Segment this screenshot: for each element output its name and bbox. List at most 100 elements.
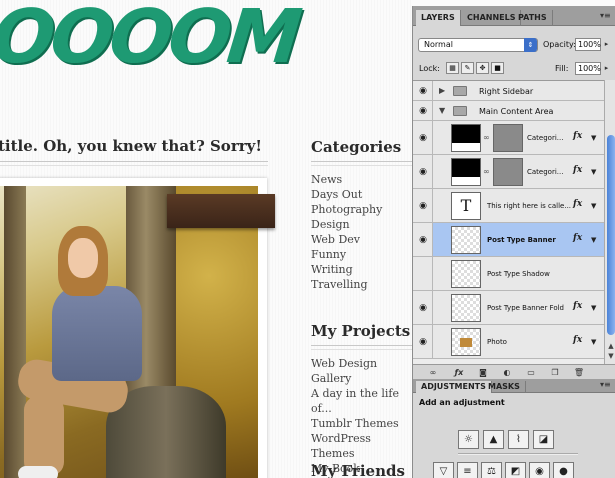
black-white-icon[interactable]: ◩ — [505, 462, 526, 478]
hue-saturation-icon[interactable]: ≡ — [457, 462, 478, 478]
category-link[interactable]: Writing — [311, 262, 382, 277]
layer-categories-shape-1[interactable]: ◉ ∞ Categori... fx ▼ — [413, 121, 604, 155]
project-link[interactable]: A day in the life of... — [311, 386, 412, 416]
category-link[interactable]: Design — [311, 217, 382, 232]
layer-post-type-banner-fold[interactable]: ◉ Post Type Banner Fold fx ▼ — [413, 291, 604, 325]
opacity-arrow-icon[interactable]: ▸ — [602, 38, 611, 51]
channel-mixer-icon[interactable]: ● — [553, 462, 574, 478]
tab-paths[interactable]: PATHS — [513, 10, 553, 26]
fx-icon[interactable]: fx — [573, 199, 582, 209]
document-canvas[interactable]: OOOOM title. Oh, you knew that? Sorry! C… — [0, 0, 412, 478]
lock-transparency-icon[interactable]: ▦ — [446, 62, 459, 74]
tab-layers[interactable]: LAYERS — [416, 10, 461, 26]
exposure-icon[interactable]: ◪ — [533, 430, 554, 449]
categories-heading: Categories — [311, 138, 402, 156]
adjustment-layer-icon[interactable]: ◐ — [501, 367, 513, 378]
project-link[interactable]: Tumblr Themes — [311, 416, 412, 431]
category-link[interactable]: News — [311, 172, 382, 187]
layers-scrollbar[interactable]: ▲ ▼ — [604, 80, 615, 364]
lock-position-icon[interactable]: ✥ — [476, 62, 489, 74]
category-link[interactable]: Funny — [311, 247, 382, 262]
visibility-eye-icon[interactable]: ◉ — [416, 166, 430, 178]
lock-label: Lock: — [419, 64, 440, 73]
fx-toggle-icon[interactable]: ▼ — [591, 168, 596, 176]
folder-icon — [453, 86, 467, 96]
expanded-triangle-icon[interactable]: ▼ — [439, 106, 445, 115]
layer-thumbnail — [451, 226, 481, 254]
visibility-eye-icon[interactable]: ◉ — [416, 132, 430, 144]
vibrance-icon[interactable]: ▽ — [433, 462, 454, 478]
layer-thumbnail — [451, 328, 481, 356]
project-link[interactable]: WordPress Themes — [311, 431, 412, 461]
curves-icon[interactable]: ⌇ — [508, 430, 529, 449]
layers-list: ◉ ▶ Right Sidebar ◉ ▼ Main Content Area … — [413, 80, 604, 364]
lock-all-icon[interactable]: ■ — [491, 62, 504, 74]
fx-icon[interactable]: fx — [573, 131, 582, 141]
category-link[interactable]: Days Out — [311, 187, 382, 202]
link-chain-icon: ∞ — [483, 167, 490, 176]
layer-name: Post Type Banner Fold — [487, 304, 564, 312]
tab-adjustments[interactable]: ADJUSTMENTS — [416, 381, 492, 393]
fill-arrow-icon[interactable]: ▸ — [602, 62, 611, 75]
opacity-input[interactable]: 100% — [575, 38, 601, 51]
visibility-eye-icon[interactable]: ◉ — [416, 302, 430, 314]
fill-input[interactable]: 100% — [575, 62, 601, 75]
project-link[interactable]: Web Design Gallery — [311, 356, 412, 386]
categories-divider — [311, 161, 412, 162]
category-link[interactable]: Web Dev — [311, 232, 382, 247]
visibility-eye-icon[interactable]: ◉ — [416, 336, 430, 348]
fx-icon[interactable]: fx — [573, 165, 582, 175]
fx-toggle-icon[interactable]: ▼ — [591, 134, 596, 142]
adjustments-menu-icon[interactable]: ▾≡ — [600, 381, 612, 390]
fx-icon[interactable]: fx — [573, 335, 582, 345]
blend-mode-value: Normal — [424, 40, 453, 49]
lock-image-icon[interactable]: ✎ — [461, 62, 474, 74]
fx-icon[interactable]: fx — [573, 233, 582, 243]
panel-menu-icon[interactable]: ▾≡ — [600, 12, 612, 21]
add-mask-icon[interactable]: ◙ — [477, 367, 489, 378]
layer-thumbnail — [451, 158, 481, 186]
fx-toggle-icon[interactable]: ▼ — [591, 236, 596, 244]
layer-categories-shape-2[interactable]: ◉ ∞ Categori... fx ▼ — [413, 155, 604, 189]
brightness-contrast-icon[interactable]: ☼ — [458, 430, 479, 449]
layer-text[interactable]: ◉ T This right here is calle... fx ▼ — [413, 189, 604, 223]
layer-name: Post Type Shadow — [487, 270, 550, 278]
new-group-icon[interactable]: ▭ — [525, 367, 537, 378]
scrollbar-thumb[interactable] — [607, 135, 615, 335]
fx-icon[interactable]: fx — [573, 301, 582, 311]
fx-toggle-icon[interactable]: ▼ — [591, 304, 596, 312]
layer-post-type-banner[interactable]: ◉ Post Type Banner fx ▼ — [413, 223, 604, 257]
visibility-eye-icon[interactable]: ◉ — [416, 234, 430, 246]
layer-group-right-sidebar[interactable]: ◉ ▶ Right Sidebar — [413, 81, 604, 101]
scroll-down-arrow-icon[interactable]: ▼ — [606, 352, 615, 360]
tab-masks[interactable]: MASKS — [483, 381, 526, 393]
color-balance-icon[interactable]: ⚖ — [481, 462, 502, 478]
add-style-icon[interactable]: ƒx — [453, 367, 465, 378]
photo-filter-icon[interactable]: ◉ — [529, 462, 550, 478]
delete-layer-icon[interactable]: 🗑 — [573, 367, 585, 378]
projects-divider — [311, 345, 412, 346]
post-photo — [0, 186, 258, 478]
blend-mode-select[interactable]: Normal ⇕ — [418, 38, 538, 52]
projects-divider-shadow — [311, 349, 412, 350]
levels-icon[interactable]: ▲ — [483, 430, 504, 449]
category-link[interactable]: Photography — [311, 202, 382, 217]
collapsed-triangle-icon[interactable]: ▶ — [439, 86, 445, 95]
link-layers-icon[interactable]: ∞ — [427, 367, 439, 378]
visibility-eye-icon[interactable]: ◉ — [416, 85, 430, 97]
scroll-up-arrow-icon[interactable]: ▲ — [606, 342, 615, 350]
lock-icons: ▦ ✎ ✥ ■ — [446, 62, 504, 74]
mask-thumbnail — [493, 158, 523, 186]
layer-name: Main Content Area — [479, 107, 554, 116]
new-layer-icon[interactable]: ❐ — [549, 367, 561, 378]
fx-toggle-icon[interactable]: ▼ — [591, 202, 596, 210]
visibility-eye-icon[interactable]: ◉ — [416, 200, 430, 212]
adjustment-divider — [458, 453, 578, 455]
category-link[interactable]: Travelling — [311, 277, 382, 292]
fx-toggle-icon[interactable]: ▼ — [591, 338, 596, 346]
layer-group-main-content[interactable]: ◉ ▼ Main Content Area — [413, 101, 604, 121]
visibility-eye-icon[interactable]: ◉ — [416, 105, 430, 117]
layer-name: Post Type Banner — [487, 236, 556, 244]
layer-photo[interactable]: ◉ Photo fx ▼ — [413, 325, 604, 359]
layer-post-type-shadow[interactable]: Post Type Shadow — [413, 257, 604, 291]
